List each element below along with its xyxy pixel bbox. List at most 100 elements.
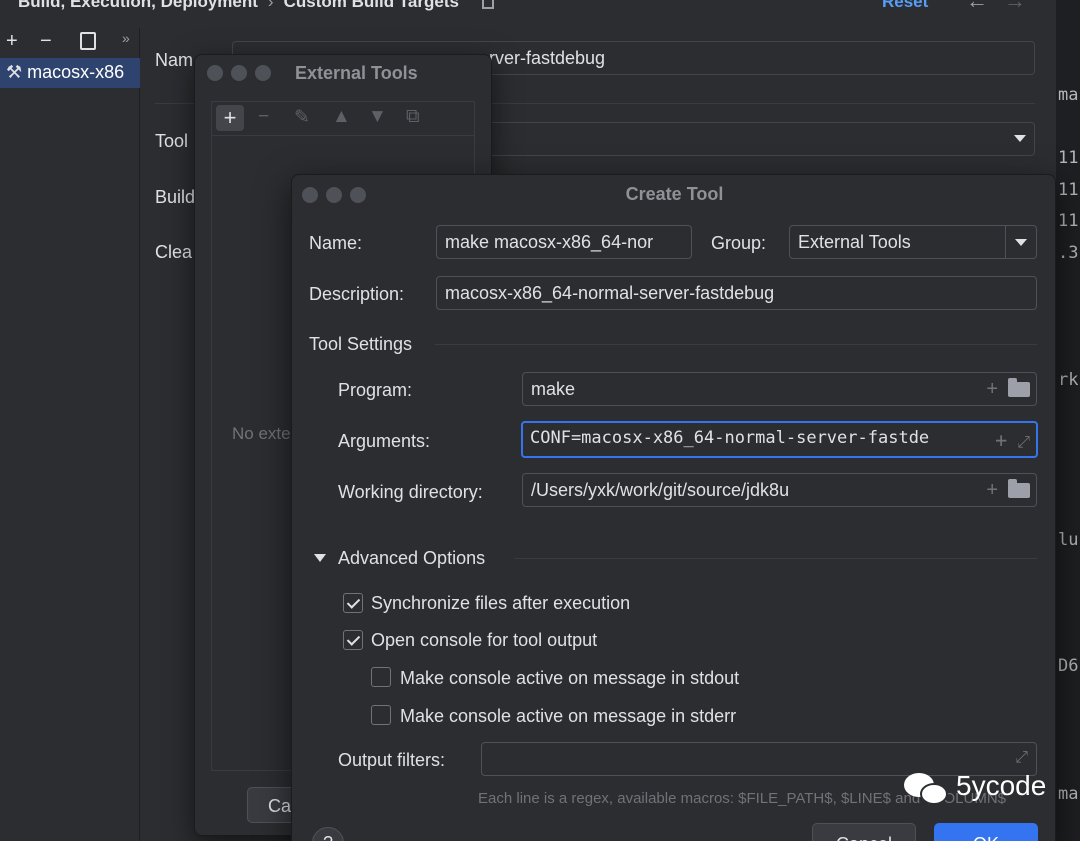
description-input[interactable]: macosx-x86_64-normal-server-fastdebug	[436, 276, 1037, 310]
breadcrumb: Build, Execution, Deployment › Custom Buil…	[18, 0, 494, 12]
arguments-label: Arguments:	[338, 431, 431, 451]
build-label: Build	[155, 187, 196, 207]
collapse-triangle-icon[interactable]	[314, 554, 326, 562]
working-directory-label: Working directory:	[338, 482, 483, 502]
insert-macro-icon[interactable]: +	[995, 428, 1007, 452]
description-value: macosx-x86_64-normal-server-fastdebug	[445, 283, 775, 303]
move-down-icon[interactable]: ▼	[368, 106, 387, 128]
section-divider	[435, 344, 1037, 345]
field-actions: +	[976, 479, 1030, 502]
create-tool-dialog: Create Tool Name: make macosx-x86_64-nor…	[291, 174, 1056, 841]
window-controls	[302, 187, 374, 208]
target-name-value: rver-fastdebug	[489, 48, 606, 68]
cancel-button[interactable]: Cancel	[812, 823, 916, 841]
group-value: External Tools	[798, 232, 911, 252]
field-actions: +	[976, 378, 1030, 401]
output-filters-label: Output filters:	[338, 750, 446, 770]
editor-fragment: 11	[1058, 211, 1079, 231]
console-stdout-checkbox[interactable]	[371, 667, 391, 687]
console-stderr-checkbox[interactable]	[371, 705, 391, 725]
tool-settings-heading: Tool Settings	[309, 334, 413, 354]
target-list-item-label: ⚒ macosx-x86	[6, 62, 125, 82]
close-window-button[interactable]	[207, 65, 223, 81]
clean-label: Clea	[155, 242, 193, 262]
open-console-checkbox[interactable]	[343, 630, 363, 650]
more-button[interactable]: »	[122, 30, 130, 46]
zoom-window-button[interactable]	[350, 187, 366, 203]
editor-fragment: ma	[1058, 784, 1079, 804]
help-button[interactable]: ?	[312, 827, 344, 841]
group-label: Group:	[711, 233, 767, 253]
editor-fragment: ma	[1058, 85, 1079, 105]
editor-fragment: .3	[1058, 243, 1079, 263]
breadcrumb-item[interactable]: Build, Execution, Deployment	[18, 0, 258, 11]
name-input[interactable]: make macosx-x86_64-nor	[436, 225, 692, 259]
ok-button[interactable]: OK	[934, 823, 1038, 841]
copy-icon[interactable]	[80, 32, 96, 50]
arguments-input[interactable]: CONF=macosx-x86_64-normal-server-fastde …	[521, 421, 1038, 458]
close-window-button[interactable]	[302, 187, 318, 203]
watermark-text: 5ycode	[956, 770, 1047, 801]
combo-separator	[1005, 226, 1006, 258]
move-up-icon[interactable]: ▲	[332, 106, 351, 128]
targets-pane	[0, 28, 140, 841]
working-directory-value: /Users/yxk/work/git/source/jdk8u	[531, 480, 790, 500]
watermark: 5ycode	[904, 770, 1046, 805]
editor-fragment: rk	[1058, 370, 1079, 390]
name-label: Name:	[309, 233, 363, 253]
window-controls	[207, 65, 279, 86]
window-icon	[481, 0, 494, 9]
sync-files-label: Synchronize files after execution	[371, 593, 631, 613]
group-combo[interactable]: External Tools	[789, 225, 1037, 259]
console-stderr-label: Make console active on message in stderr	[400, 706, 737, 726]
copy-icon[interactable]: ⧉	[406, 106, 420, 128]
insert-macro-icon[interactable]: +	[986, 479, 998, 502]
description-label: Description:	[309, 284, 405, 304]
section-divider	[514, 558, 1037, 559]
console-stdout-label: Make console active on message in stdout	[400, 668, 740, 688]
working-directory-input[interactable]: /Users/yxk/work/git/source/jdk8u +	[522, 473, 1037, 507]
reset-link[interactable]: Reset	[882, 0, 928, 12]
chat-bubble-icon	[904, 771, 950, 805]
expand-icon[interactable]: ⤢	[1017, 432, 1030, 452]
wrench-icon: ⚒	[6, 62, 23, 82]
remove-tool-button[interactable]: −	[258, 106, 269, 128]
arguments-value: CONF=macosx-x86_64-normal-server-fastde	[530, 428, 930, 448]
chevron-right-icon: ›	[267, 0, 274, 11]
expand-icon[interactable]: ⤢	[1015, 749, 1028, 767]
edit-icon[interactable]: ✎	[294, 106, 310, 129]
name-label: Nam	[155, 50, 194, 70]
minimize-window-button[interactable]	[326, 187, 342, 203]
zoom-window-button[interactable]	[255, 65, 271, 81]
folder-icon[interactable]	[1008, 479, 1030, 502]
add-tool-button[interactable]: +	[216, 105, 244, 131]
open-console-label: Open console for tool output	[371, 630, 598, 650]
dialog-title: External Tools	[295, 63, 418, 83]
dialog-title: Create Tool	[625, 184, 724, 204]
advanced-options-heading[interactable]: Advanced Options	[338, 548, 485, 569]
editor-strip	[1056, 0, 1080, 841]
add-target-button[interactable]: +	[6, 30, 18, 53]
insert-macro-icon[interactable]: +	[986, 378, 998, 401]
editor-fragment: D6	[1058, 656, 1079, 676]
sync-files-checkbox[interactable]	[343, 593, 363, 613]
program-input[interactable]: make +	[522, 372, 1037, 406]
remove-target-button[interactable]: −	[40, 30, 52, 53]
tool-label: Tool	[155, 131, 189, 151]
breadcrumb-item[interactable]: Custom Build Targets	[284, 0, 459, 11]
empty-list-text: No exter	[232, 424, 297, 443]
name-value: make macosx-x86_64-nor	[445, 232, 654, 252]
editor-fragment: 11	[1058, 180, 1079, 200]
back-arrow-icon[interactable]: ←	[966, 0, 988, 14]
field-actions: + ⤢	[981, 428, 1030, 452]
chevron-down-icon	[1015, 239, 1027, 246]
tools-toolbar: + − ✎ ▲ ▼ ⧉	[211, 101, 475, 135]
minimize-window-button[interactable]	[231, 65, 247, 81]
editor-fragment: 11	[1058, 148, 1079, 168]
chevron-down-icon	[1014, 135, 1026, 142]
program-label: Program:	[338, 380, 413, 400]
folder-icon[interactable]	[1008, 378, 1030, 401]
editor-fragment: lu	[1058, 530, 1079, 550]
forward-arrow-icon[interactable]: →	[1004, 0, 1026, 14]
program-value: make	[531, 379, 576, 399]
